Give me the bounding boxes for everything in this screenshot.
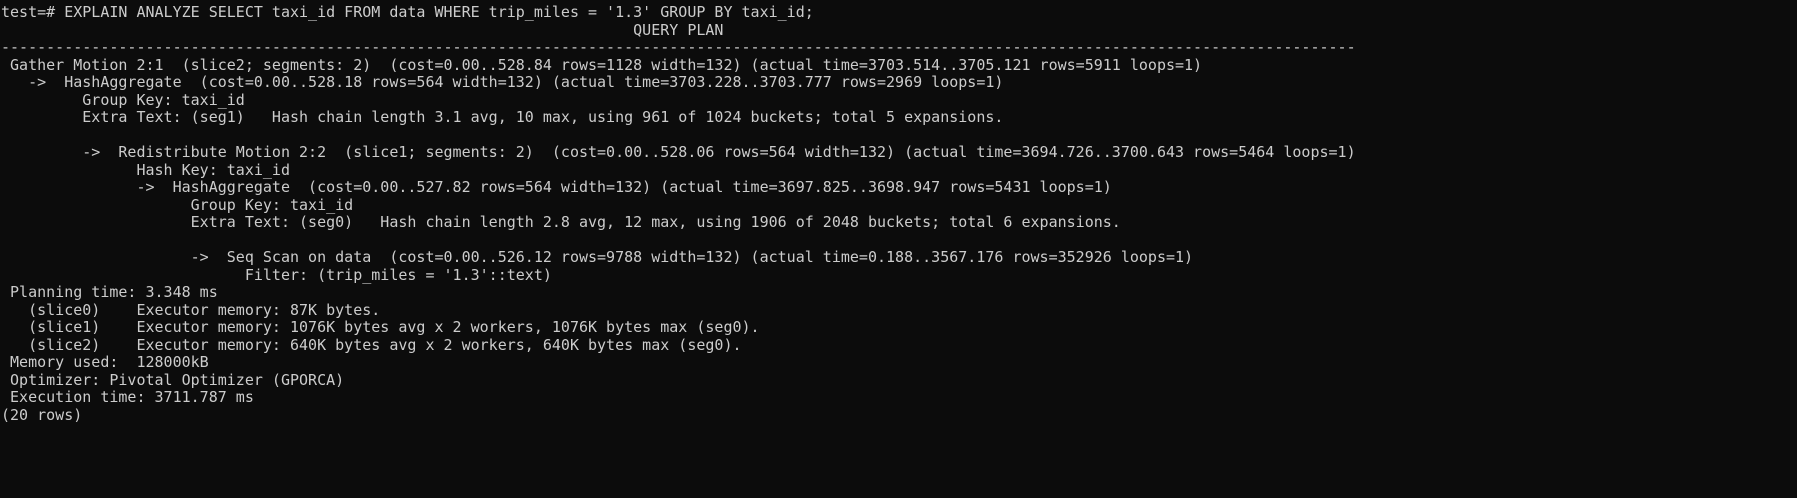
plan-line-redistribute: -> Redistribute Motion 2:2 (slice1; segm… [1, 143, 1356, 161]
plan-line-seq-scan: -> Seq Scan on data (cost=0.00..526.12 r… [1, 248, 1194, 266]
plan-line-hashagg-2: -> HashAggregate (cost=0.00..527.82 rows… [1, 178, 1112, 196]
terminal-window[interactable]: test=# EXPLAIN ANALYZE SELECT taxi_id FR… [0, 0, 1797, 498]
header-separator: ----------------------------------------… [1, 38, 1356, 56]
memory-used: Memory used: 128000kB [1, 353, 209, 371]
plan-line-extra-2: Extra Text: (seg0) Hash chain length 2.8… [1, 213, 1121, 231]
command-line: test=# EXPLAIN ANALYZE SELECT taxi_id FR… [1, 3, 814, 21]
plan-line-extra-1: Extra Text: (seg1) Hash chain length 3.1… [1, 108, 1004, 126]
executor-memory-slice1: (slice1) Executor memory: 1076K bytes av… [1, 318, 760, 336]
plan-line-hashagg-1: -> HashAggregate (cost=0.00..528.18 rows… [1, 73, 1004, 91]
planning-time: Planning time: 3.348 ms [1, 283, 218, 301]
execution-time: Execution time: 3711.787 ms [1, 388, 254, 406]
row-count: (20 rows) [1, 406, 83, 424]
